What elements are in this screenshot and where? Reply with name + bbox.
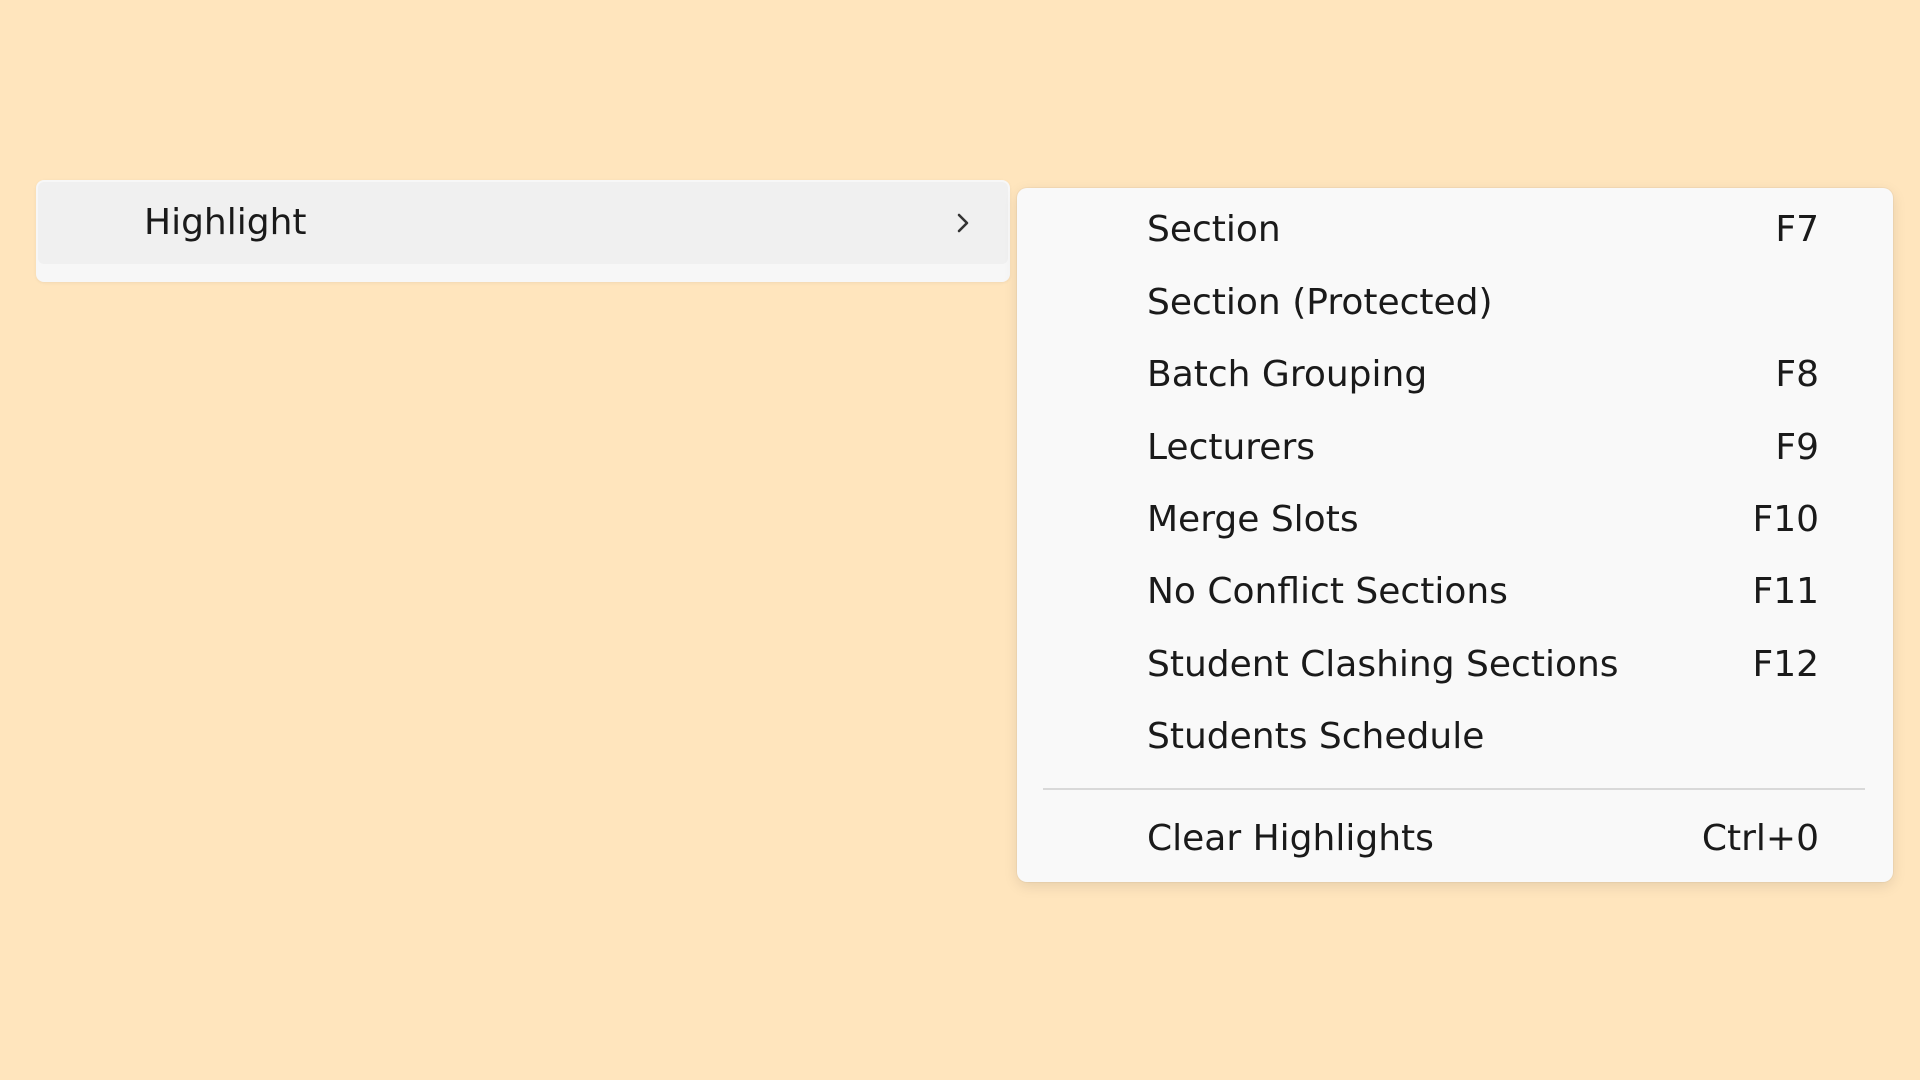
menu-item-shortcut: F9	[1775, 427, 1819, 468]
menu-item-label: Section (Protected)	[1147, 282, 1493, 323]
highlight-submenu: Section F7 Section (Protected) Batch Gro…	[1017, 188, 1893, 882]
menu-item-shortcut: Ctrl+0	[1701, 818, 1819, 859]
menu-item-shortcut: F8	[1775, 354, 1819, 395]
menu-item-clear-highlights[interactable]: Clear Highlights Ctrl+0	[1025, 806, 1885, 872]
menu-item-label: No Conflict Sections	[1147, 571, 1508, 612]
menu-item-label: Merge Slots	[1147, 499, 1359, 540]
menu-item-batch-grouping[interactable]: Batch Grouping F8	[1025, 342, 1885, 408]
menu-item-label: Clear Highlights	[1147, 818, 1434, 859]
menu-item-highlight[interactable]: Highlight	[38, 182, 1008, 264]
menu-item-shortcut: F12	[1752, 644, 1819, 685]
menu-item-section-protected[interactable]: Section (Protected)	[1025, 270, 1885, 336]
menu-item-label: Student Clashing Sections	[1147, 644, 1619, 685]
context-menu: Highlight	[36, 180, 1010, 282]
menu-item-label: Students Schedule	[1147, 716, 1485, 757]
menu-item-label: Section	[1147, 209, 1281, 250]
menu-item-label: Batch Grouping	[1147, 354, 1428, 395]
menu-item-students-schedule[interactable]: Students Schedule	[1025, 704, 1885, 770]
chevron-right-icon	[957, 213, 969, 233]
menu-item-section[interactable]: Section F7	[1025, 197, 1885, 263]
menu-item-label: Highlight	[144, 202, 307, 243]
menu-item-student-clashing-sections[interactable]: Student Clashing Sections F12	[1025, 632, 1885, 698]
menu-item-merge-slots[interactable]: Merge Slots F10	[1025, 487, 1885, 553]
menu-item-no-conflict-sections[interactable]: No Conflict Sections F11	[1025, 559, 1885, 625]
menu-item-shortcut: F11	[1752, 571, 1819, 612]
menu-item-shortcut: F7	[1775, 209, 1819, 250]
menu-item-shortcut: F10	[1752, 499, 1819, 540]
menu-item-label: Lecturers	[1147, 427, 1316, 468]
menu-separator	[1043, 788, 1865, 790]
menu-item-lecturers[interactable]: Lecturers F9	[1025, 415, 1885, 481]
